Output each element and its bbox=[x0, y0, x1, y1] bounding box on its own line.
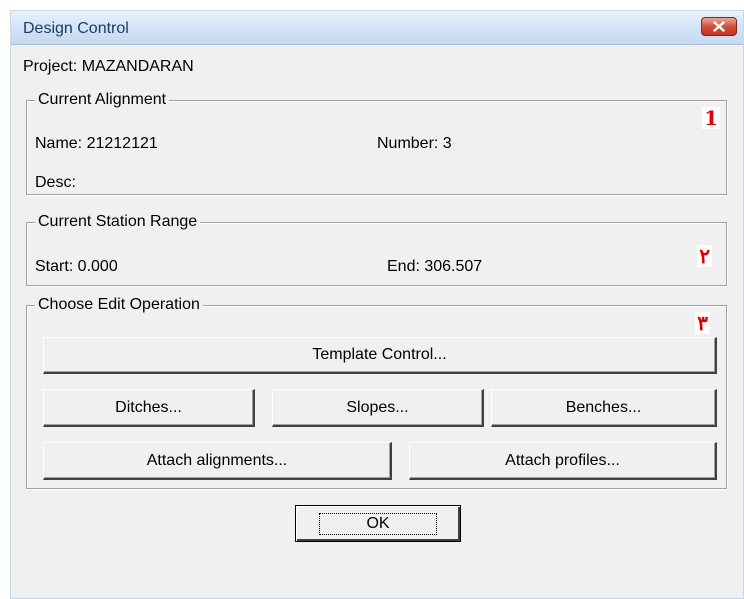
window-title: Design Control bbox=[23, 20, 129, 37]
ok-button[interactable]: OK bbox=[295, 505, 461, 542]
slopes-button[interactable]: Slopes... bbox=[272, 389, 484, 427]
edit-operation-legend: Choose Edit Operation bbox=[35, 296, 203, 314]
alignment-number: Number: 3 bbox=[377, 135, 452, 152]
template-control-button[interactable]: Template Control... bbox=[43, 337, 717, 374]
station-range-legend: Current Station Range bbox=[35, 213, 201, 231]
marker-2: ٢ bbox=[697, 244, 712, 268]
design-control-dialog: Design Control Project: MAZANDARAN Curre… bbox=[10, 10, 744, 599]
attach-alignments-button[interactable]: Attach alignments... bbox=[43, 442, 392, 480]
project-label: Project: MAZANDARAN bbox=[23, 58, 194, 75]
station-range-group: Current Station Range ٢ Start: 0.000 End… bbox=[26, 213, 727, 286]
title-bar[interactable]: Design Control bbox=[11, 11, 743, 45]
close-button[interactable] bbox=[701, 17, 737, 36]
alignment-name: Name: 21212121 bbox=[35, 135, 158, 152]
ditches-button[interactable]: Ditches... bbox=[43, 389, 255, 427]
attach-profiles-button[interactable]: Attach profiles... bbox=[409, 442, 717, 480]
marker-3: ٣ bbox=[695, 311, 710, 335]
station-end: End: 306.507 bbox=[387, 258, 483, 275]
ok-label: OK bbox=[319, 512, 437, 535]
close-icon bbox=[713, 21, 725, 32]
marker-1: 1 bbox=[702, 106, 720, 130]
alignment-desc: Desc: bbox=[35, 174, 76, 191]
benches-button[interactable]: Benches... bbox=[491, 389, 717, 427]
station-start: Start: 0.000 bbox=[35, 258, 118, 275]
current-alignment-legend: Current Alignment bbox=[35, 91, 170, 109]
current-alignment-group: Current Alignment 1 Name: 21212121 Numbe… bbox=[26, 91, 727, 195]
edit-operation-group: Choose Edit Operation ٣ Template Control… bbox=[26, 296, 727, 489]
